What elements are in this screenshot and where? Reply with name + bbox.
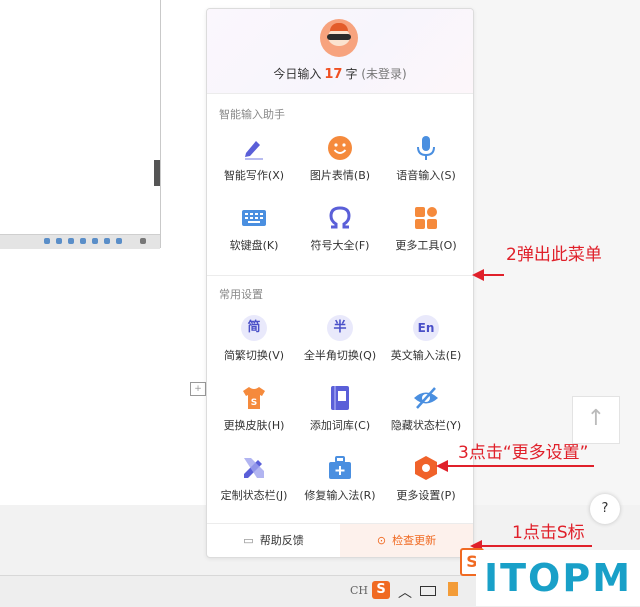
sogou-s-tray-icon[interactable]: S bbox=[372, 581, 390, 599]
today-label: 今日输入 bbox=[273, 67, 322, 81]
menu-item-custom-status-bar[interactable]: 定制状态栏(J) bbox=[211, 455, 297, 515]
annotation-arrow-1-line bbox=[480, 545, 592, 547]
arrow-up-icon: ↑ bbox=[586, 406, 606, 431]
pen-icon bbox=[241, 135, 267, 161]
halfwidth-icon: 半 bbox=[327, 315, 353, 341]
check-update-button[interactable]: ⊙ 检查更新 bbox=[340, 524, 473, 557]
menu-item-more-settings[interactable]: 更多设置(P) bbox=[383, 455, 469, 515]
annotation-step-1: 1点击S标 bbox=[512, 523, 585, 543]
toolbox-icon bbox=[327, 455, 353, 481]
ime-menu-panel: 今日输入 17 字 (未登录) 智能输入助手 智能写作(X) 图片表情(B) 语音输… bbox=[206, 8, 474, 558]
today-unit: 字 bbox=[345, 67, 358, 81]
background-window-taskbar bbox=[0, 234, 160, 249]
help-feedback-button[interactable]: ▭ 帮助反馈 bbox=[207, 524, 340, 557]
menu-item-soft-keyboard[interactable]: 软键盘(K) bbox=[211, 205, 297, 265]
chevron-up-icon[interactable]: ︿ bbox=[398, 582, 412, 602]
today-input-count: 今日输入 17 字 (未登录) bbox=[207, 65, 473, 82]
avatar[interactable] bbox=[320, 19, 358, 57]
battery-icon[interactable] bbox=[420, 586, 436, 596]
keyboard-icon bbox=[241, 205, 267, 231]
menu-item-full-half-width[interactable]: 半 全半角切换(Q) bbox=[297, 315, 383, 375]
scroll-to-top-button[interactable]: ↑ bbox=[572, 396, 620, 444]
help-question-button[interactable]: ? bbox=[590, 494, 620, 524]
simplified-icon: 简 bbox=[241, 315, 267, 341]
menu-item-more-tools[interactable]: 更多工具(O) bbox=[383, 205, 469, 265]
smiley-icon bbox=[327, 135, 353, 161]
background-window bbox=[0, 0, 161, 249]
eye-hide-icon bbox=[413, 385, 439, 411]
resize-handle[interactable] bbox=[154, 160, 160, 186]
comment-icon[interactable]: + bbox=[190, 382, 206, 396]
section-title-common-settings: 常用设置 bbox=[219, 288, 263, 301]
login-status[interactable]: (未登录) bbox=[361, 67, 406, 81]
english-icon: En bbox=[413, 315, 439, 341]
menu-item-add-dictionary[interactable]: 添加词库(C) bbox=[297, 385, 383, 445]
annotation-arrow-2-line bbox=[482, 274, 504, 276]
menu-item-change-skin[interactable]: S 更换皮肤(H) bbox=[211, 385, 297, 445]
tray-app-icon[interactable] bbox=[448, 582, 458, 596]
annotation-step-2: 2弹出此菜单 bbox=[506, 245, 602, 265]
menu-item-simplified-traditional[interactable]: 简 简繁切换(V) bbox=[211, 315, 297, 375]
section-divider bbox=[207, 275, 473, 276]
ime-language-indicator[interactable]: CH bbox=[350, 584, 368, 597]
menu-item-image-emoji[interactable]: 图片表情(B) bbox=[297, 135, 383, 195]
menu-item-voice-input[interactable]: 语音输入(S) bbox=[383, 135, 469, 195]
skin-shirt-icon: S bbox=[241, 385, 267, 411]
svg-text:S: S bbox=[251, 398, 257, 408]
grid-icon bbox=[413, 205, 439, 231]
omega-icon bbox=[327, 205, 353, 231]
microphone-icon bbox=[413, 135, 439, 161]
annotation-arrow-3-line bbox=[446, 465, 594, 467]
itopm-watermark: ITOPM bbox=[476, 550, 640, 606]
menu-item-english-input[interactable]: En 英文输入法(E) bbox=[383, 315, 469, 375]
panel-footer: ▭ 帮助反馈 ⊙ 检查更新 bbox=[207, 523, 473, 557]
dictionary-icon bbox=[327, 385, 353, 411]
upload-circle-icon: ⊙ bbox=[376, 534, 387, 547]
menu-item-symbols[interactable]: 符号大全(F) bbox=[297, 205, 383, 265]
annotation-step-3: 3点击“更多设置” bbox=[458, 443, 589, 463]
pencil-ruler-icon bbox=[241, 455, 267, 481]
chat-icon: ▭ bbox=[243, 534, 254, 547]
menu-item-smart-writing[interactable]: 智能写作(X) bbox=[211, 135, 297, 195]
panel-header: 今日输入 17 字 (未登录) bbox=[207, 9, 473, 94]
menu-item-hide-status-bar[interactable]: 隐藏状态栏(Y) bbox=[383, 385, 469, 445]
today-count: 17 bbox=[324, 67, 343, 82]
section-title-assistant: 智能输入助手 bbox=[219, 108, 285, 121]
question-icon: ? bbox=[601, 501, 609, 516]
menu-item-repair-ime[interactable]: 修复输入法(R) bbox=[297, 455, 383, 515]
